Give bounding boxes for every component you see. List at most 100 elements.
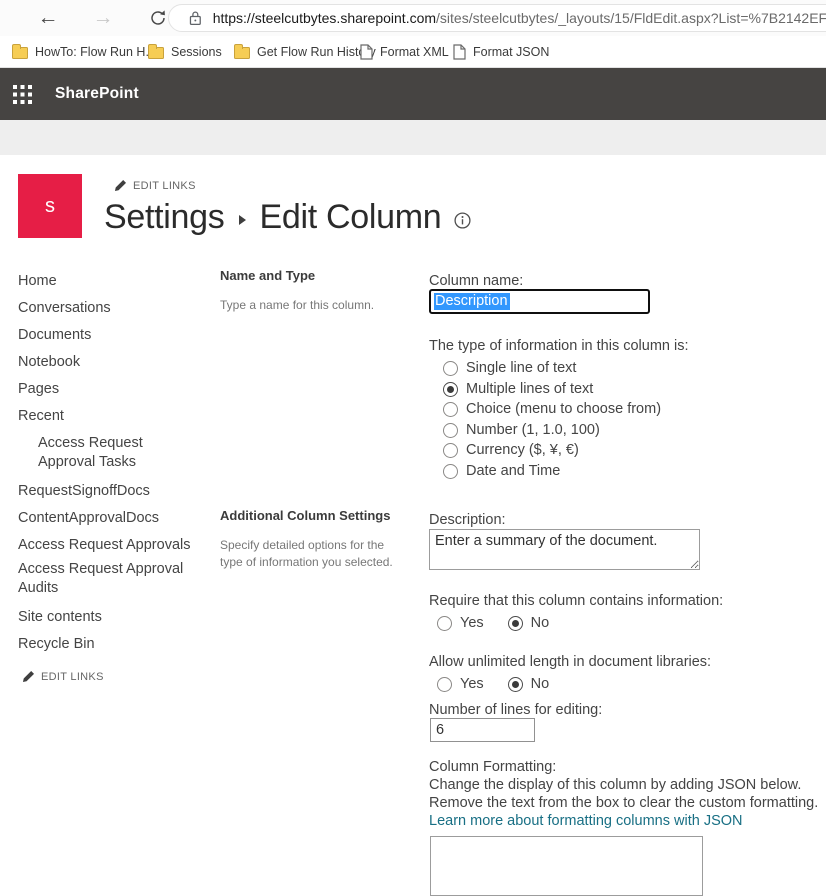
- radio-icon-selected[interactable]: [508, 616, 523, 631]
- breadcrumb-current: Edit Column: [259, 198, 441, 237]
- type-question-label: The type of information in this column i…: [429, 338, 689, 354]
- sidebar-item-requestsignoffdocs[interactable]: RequestSignoffDocs: [18, 482, 208, 501]
- radio-icon[interactable]: [443, 361, 458, 376]
- edit-links-label: EDIT LINKS: [41, 671, 104, 683]
- radio-icon[interactable]: [437, 677, 452, 692]
- radio-label: No: [531, 615, 550, 631]
- number-of-lines-label: Number of lines for editing:: [429, 702, 602, 718]
- edit-links-top-button[interactable]: EDIT LINKS: [114, 179, 196, 192]
- folder-icon: [148, 47, 164, 59]
- require-yes-option[interactable]: Yes: [437, 615, 484, 631]
- section-description-additional-settings: Specify detailed options for the type of…: [220, 537, 410, 571]
- edit-links-label: EDIT LINKS: [133, 180, 196, 192]
- site-logo[interactable]: s: [18, 174, 82, 238]
- radio-icon[interactable]: [443, 443, 458, 458]
- refresh-icon: [149, 9, 167, 27]
- formatting-learn-more-link[interactable]: Learn more about formatting columns with…: [429, 813, 743, 829]
- column-formatting-label: Column Formatting:: [429, 759, 556, 775]
- suite-bar-app-name[interactable]: SharePoint: [55, 85, 139, 103]
- column-name-label: Column name:: [429, 273, 523, 289]
- sidebar-item-access-request-approval-audits[interactable]: Access Request Approval Audits: [18, 560, 208, 598]
- folder-icon: [12, 47, 28, 59]
- radio-icon[interactable]: [443, 464, 458, 479]
- sidebar-item-home[interactable]: Home: [18, 272, 208, 291]
- radio-label: Number (1, 1.0, 100): [466, 422, 600, 438]
- radio-icon-selected[interactable]: [508, 677, 523, 692]
- radio-label: No: [531, 676, 550, 692]
- forward-icon: →: [93, 6, 114, 30]
- forward-button[interactable]: →: [88, 4, 118, 32]
- column-name-selected-text: Description: [434, 293, 510, 310]
- suite-bar: SharePoint: [0, 68, 826, 120]
- number-of-lines-input[interactable]: [430, 718, 535, 742]
- description-textarea[interactable]: Enter a summary of the document.: [429, 529, 700, 570]
- address-bar[interactable]: https://steelcutbytes.sharepoint.com/sit…: [168, 4, 826, 32]
- bookmark-sessions[interactable]: Sessions: [148, 36, 222, 67]
- sidebar-item-documents[interactable]: Documents: [18, 326, 208, 345]
- url-domain: steelcutbytes.sharepoint.com: [255, 10, 436, 26]
- radio-option-choice[interactable]: Choice (menu to choose from): [443, 401, 661, 417]
- bookmark-howto-flow-run[interactable]: HowTo: Flow Run H...: [12, 36, 156, 67]
- radio-option-date-and-time[interactable]: Date and Time: [443, 463, 560, 479]
- radio-icon-selected[interactable]: [443, 382, 458, 397]
- sidebar-item-notebook[interactable]: Notebook: [18, 353, 208, 372]
- back-icon: ←: [38, 6, 59, 30]
- sidebar-item-site-contents[interactable]: Site contents: [18, 608, 208, 627]
- info-button[interactable]: [454, 212, 471, 229]
- sidebar-item-recent[interactable]: Recent: [18, 407, 208, 426]
- ribbon-band: [0, 120, 826, 155]
- browser-toolbar: ← → https://steelcutbytes.sharepoint.com…: [0, 0, 826, 36]
- radio-label: Multiple lines of text: [466, 381, 593, 397]
- waffle-icon: [13, 85, 32, 104]
- column-name-input[interactable]: Description: [429, 289, 650, 314]
- unlimited-radio-group: Yes No: [437, 676, 549, 692]
- radio-option-multiple-lines-of-text[interactable]: Multiple lines of text: [443, 381, 593, 397]
- bookmark-label: Format XML: [380, 45, 449, 59]
- require-radio-group: Yes No: [437, 615, 549, 631]
- sidebar-item-access-request-approvals[interactable]: Access Request Approvals: [18, 536, 208, 555]
- sidebar-item-pages[interactable]: Pages: [18, 380, 208, 399]
- section-heading-additional-settings: Additional Column Settings: [220, 508, 390, 523]
- require-no-option[interactable]: No: [508, 615, 550, 631]
- breadcrumb-root[interactable]: Settings: [104, 198, 224, 237]
- sidebar-item-conversations[interactable]: Conversations: [18, 299, 208, 318]
- section-description-name-and-type: Type a name for this column.: [220, 297, 410, 314]
- radio-label: Yes: [460, 615, 484, 631]
- bookmark-label: Get Flow Run History: [257, 45, 376, 59]
- bookmark-label: HowTo: Flow Run H...: [35, 45, 156, 59]
- info-icon: [454, 212, 471, 229]
- column-formatting-help-1: Change the display of this column by add…: [429, 777, 801, 793]
- section-heading-name-and-type: Name and Type: [220, 268, 315, 283]
- bookmark-format-json[interactable]: Format JSON: [453, 36, 549, 67]
- app-launcher-button[interactable]: [13, 85, 32, 104]
- bookmark-label: Format JSON: [473, 45, 549, 59]
- lock-icon: [189, 10, 202, 26]
- back-button[interactable]: ←: [33, 4, 63, 32]
- pencil-icon: [22, 670, 35, 683]
- sidebar-item-access-request-approval-tasks[interactable]: Access Request Approval Tasks: [38, 434, 188, 472]
- radio-icon[interactable]: [443, 402, 458, 417]
- column-formatting-help-2: Remove the text from the box to clear th…: [429, 795, 818, 811]
- unlimited-no-option[interactable]: No: [508, 676, 550, 692]
- url-path: /sites/steelcutbytes/_layouts/15/FldEdit…: [436, 10, 826, 26]
- site-logo-letter: s: [45, 195, 55, 218]
- edit-links-sidebar-button[interactable]: EDIT LINKS: [22, 670, 104, 683]
- radio-label: Currency ($, ¥, €): [466, 442, 579, 458]
- description-label: Description:: [429, 512, 506, 528]
- radio-option-currency[interactable]: Currency ($, ¥, €): [443, 442, 579, 458]
- sidebar-item-contentapprovaldocs[interactable]: ContentApprovalDocs: [18, 509, 208, 528]
- bookmark-format-xml[interactable]: Format XML: [360, 36, 449, 67]
- url-scheme: https://: [213, 10, 255, 26]
- unlimited-yes-option[interactable]: Yes: [437, 676, 484, 692]
- url-text: https://steelcutbytes.sharepoint.com/sit…: [213, 10, 826, 26]
- radio-icon[interactable]: [437, 616, 452, 631]
- bookmarks-bar: HowTo: Flow Run H... Sessions Get Flow R…: [0, 36, 826, 68]
- column-formatting-textarea[interactable]: [430, 836, 703, 896]
- pencil-icon: [114, 179, 127, 192]
- radio-option-number[interactable]: Number (1, 1.0, 100): [443, 422, 600, 438]
- bookmark-get-flow-run-history[interactable]: Get Flow Run History: [234, 36, 376, 67]
- require-label: Require that this column contains inform…: [429, 593, 723, 609]
- radio-icon[interactable]: [443, 423, 458, 438]
- radio-option-single-line-of-text[interactable]: Single line of text: [443, 360, 576, 376]
- sidebar-item-recycle-bin[interactable]: Recycle Bin: [18, 635, 208, 654]
